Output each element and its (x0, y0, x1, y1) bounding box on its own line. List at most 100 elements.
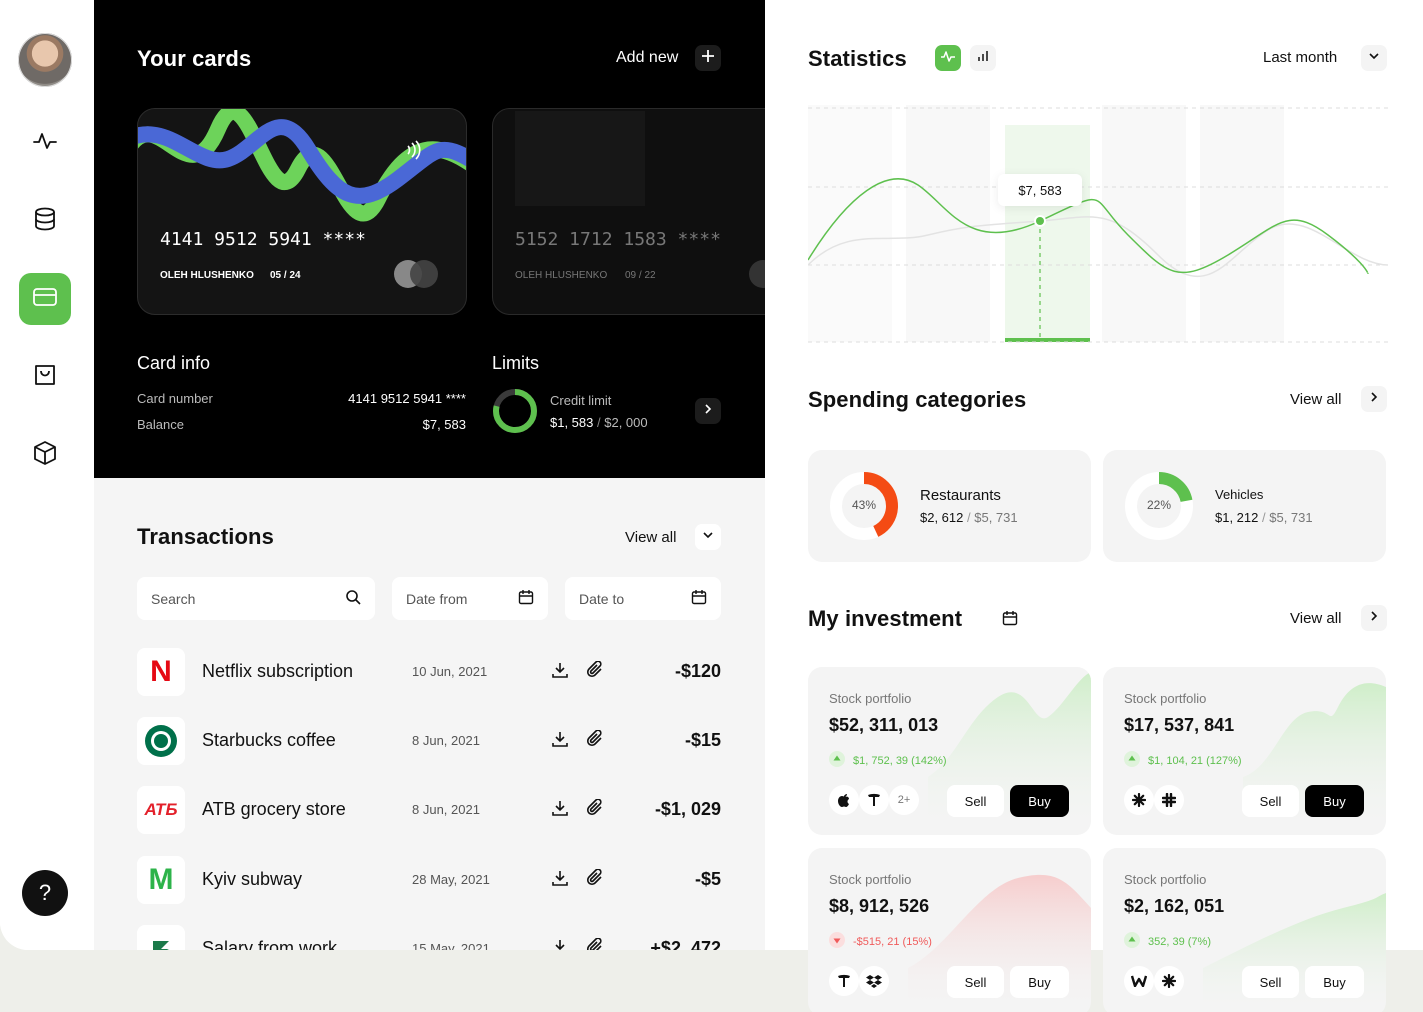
portfolio-label: Stock portfolio (829, 872, 912, 887)
portfolio-card[interactable]: Stock portfolio $2, 162, 051 352, 39 (7%… (1103, 848, 1386, 1012)
date-to-field[interactable]: Date to (565, 577, 721, 620)
sell-button[interactable]: Sell (947, 785, 1004, 817)
buy-button[interactable]: Buy (1305, 785, 1364, 817)
search-input[interactable]: Search (137, 577, 375, 620)
portfolio-card[interactable]: Stock portfolio $8, 912, 526 -$515, 21 (… (808, 848, 1091, 1012)
shopping-bag-icon (32, 362, 58, 393)
nav-cards[interactable] (19, 273, 71, 325)
chart-tooltip: $7, 583 (998, 174, 1082, 206)
portfolio-card[interactable]: Stock portfolio $17, 537, 841 $1, 104, 2… (1103, 667, 1386, 835)
calendar-icon (518, 589, 534, 608)
attachment-icon[interactable] (586, 937, 604, 950)
add-new-label[interactable]: Add new (616, 49, 678, 67)
line-chart-toggle[interactable] (935, 45, 961, 71)
download-icon[interactable] (551, 938, 569, 950)
transaction-row[interactable]: N Netflix subscription 10 Jun, 2021 -$12… (137, 648, 721, 696)
limits-next-button[interactable] (695, 398, 721, 424)
nav-database[interactable] (19, 195, 71, 247)
openai-icon (1154, 966, 1184, 996)
bar-chart-toggle[interactable] (970, 45, 996, 71)
credit-card-secondary[interactable]: 5152 1712 1583 **** OLEH HLUSHENKO 09 / … (492, 108, 765, 315)
date-from-placeholder: Date from (406, 590, 468, 607)
attachment-icon[interactable] (586, 729, 604, 753)
download-icon[interactable] (551, 869, 569, 892)
calendar-icon[interactable] (1002, 610, 1018, 631)
portfolio-card[interactable]: Stock portfolio $52, 311, 013 $1, 752, 3… (808, 667, 1091, 835)
transaction-amount: -$1, 029 (654, 799, 721, 819)
sell-button[interactable]: Sell (1242, 785, 1299, 817)
transaction-row[interactable]: Salary from work 15 May, 2021 +$2, 472 (137, 925, 721, 950)
category-card-vehicles[interactable]: 22% Vehicles $1, 212 / $5, 731 (1103, 450, 1386, 562)
category-name: Restaurants (920, 487, 1001, 504)
portfolio-label: Stock portfolio (829, 691, 912, 706)
period-select[interactable]: Last month (1263, 49, 1337, 66)
portfolio-change: $1, 104, 21 (127%) (1124, 751, 1242, 770)
date-from-field[interactable]: Date from (392, 577, 548, 620)
selected-bar (1005, 338, 1090, 342)
transactions-expand-button[interactable] (695, 524, 721, 550)
database-icon (32, 206, 58, 237)
chevron-right-icon (1368, 390, 1380, 408)
transactions-view-all[interactable]: View all (625, 529, 676, 546)
webflow-icon (1124, 966, 1154, 996)
credit-card-primary[interactable]: 4141 9512 5941 **** OLEH HLUSHENKO 05 / … (137, 108, 467, 315)
contactless-icon (404, 139, 426, 166)
category-amount: $2, 612 / $5, 731 (920, 510, 1018, 525)
openai-icon (1124, 785, 1154, 815)
avatar[interactable] (18, 33, 72, 87)
buy-button[interactable]: Buy (1305, 966, 1364, 998)
download-icon[interactable] (551, 730, 569, 753)
card-brand-icon (748, 259, 765, 294)
tesla-icon (829, 966, 859, 996)
portfolio-value: $8, 912, 526 (829, 896, 930, 916)
atb-logo-icon: АТБ (137, 786, 185, 834)
activity-icon (32, 128, 58, 159)
transaction-date: 15 May, 2021 (412, 941, 490, 950)
portfolio-value: $2, 162, 051 (1124, 896, 1225, 916)
spending-next-button[interactable] (1361, 386, 1387, 412)
buy-button[interactable]: Buy (1010, 966, 1069, 998)
download-icon[interactable] (551, 661, 569, 684)
limits-title: Limits (492, 353, 540, 373)
buy-button[interactable]: Buy (1010, 785, 1069, 817)
spending-view-all[interactable]: View all (1290, 391, 1341, 408)
dropbox-icon (859, 966, 889, 996)
starbucks-logo-icon (137, 717, 185, 765)
search-placeholder: Search (151, 590, 196, 607)
statistics-chart (808, 105, 1388, 343)
investment-view-all[interactable]: View all (1290, 610, 1341, 627)
transaction-row[interactable]: Starbucks coffee 8 Jun, 2021 -$15 (137, 717, 721, 765)
sidebar: ? (0, 0, 94, 950)
trend-down-icon (829, 932, 845, 951)
period-dropdown-button[interactable] (1361, 45, 1387, 71)
transaction-row[interactable]: M Kyiv subway 28 May, 2021 -$5 (137, 856, 721, 904)
attachment-icon[interactable] (586, 660, 604, 684)
category-card-restaurants[interactable]: 43% Restaurants $2, 612 / $5, 731 (808, 450, 1091, 562)
attachment-icon[interactable] (586, 868, 604, 892)
transaction-row[interactable]: АТБ ATB grocery store 8 Jun, 2021 -$1, 0… (137, 786, 721, 834)
card-holder: OLEH HLUSHENKO (160, 270, 254, 281)
sell-button[interactable]: Sell (1242, 966, 1299, 998)
nav-activity[interactable] (19, 117, 71, 169)
nav-shop[interactable] (19, 351, 71, 403)
transaction-name: Netflix subscription (202, 661, 354, 681)
credit-used: $1, 583 (550, 415, 594, 430)
investment-next-button[interactable] (1361, 605, 1387, 631)
attachment-icon[interactable] (586, 798, 604, 822)
netflix-logo-icon: N (137, 648, 185, 696)
portfolio-label: Stock portfolio (1124, 691, 1207, 706)
download-icon[interactable] (551, 799, 569, 822)
sell-button[interactable]: Sell (947, 966, 1004, 998)
app-window: ? Your cards Add new 4141 9512 5941 ****… (0, 0, 1423, 1012)
more-stocks-badge[interactable]: 2+ (889, 785, 919, 815)
help-button[interactable]: ? (22, 870, 68, 916)
category-percent: 43% (851, 498, 877, 512)
add-new-button[interactable] (695, 45, 721, 71)
portfolio-change: -$515, 21 (15%) (829, 932, 932, 951)
portfolio-value: $17, 537, 841 (1124, 715, 1235, 735)
plus-icon (701, 49, 715, 68)
credit-limit-ring (493, 389, 537, 433)
card-number: 4141 9512 5941 **** (160, 229, 366, 250)
transaction-amount: -$120 (674, 661, 721, 681)
nav-packages[interactable] (19, 429, 71, 481)
